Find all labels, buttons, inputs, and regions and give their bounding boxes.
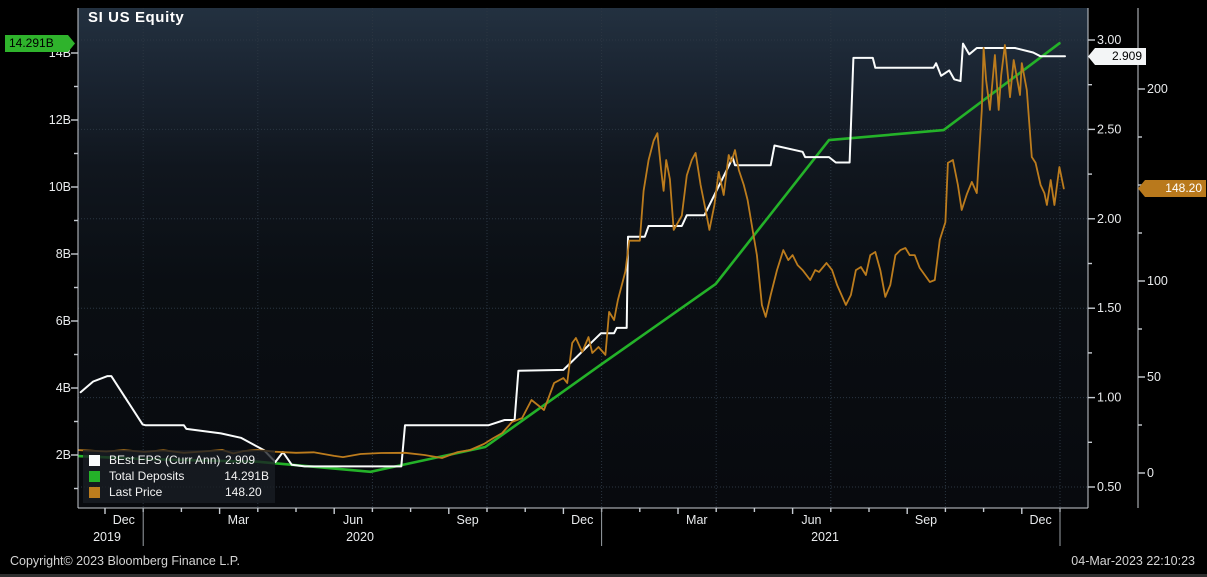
x-month-label: Sep: [456, 513, 478, 527]
eps-axis-tick-label: 3.00: [1097, 33, 1121, 47]
legend-value: 2.909: [225, 453, 269, 467]
plot-area: [78, 8, 1088, 508]
x-month-label: Dec: [1030, 513, 1052, 527]
left-axis-tick-label: 2B: [56, 448, 71, 462]
price-axis-tick-label: 200: [1147, 82, 1168, 96]
x-month-label: Jun: [801, 513, 821, 527]
chart-legend: BEst EPS (Curr Ann) 2.909 Total Deposits…: [83, 450, 275, 503]
x-month-label: Mar: [228, 513, 250, 527]
timestamp-text: 04-Mar-2023 22:10:23: [1071, 554, 1195, 568]
legend-label: BEst EPS (Curr Ann): [109, 453, 225, 467]
legend-item-eps[interactable]: BEst EPS (Curr Ann) 2.909: [83, 452, 275, 468]
price-badge: 148.20: [1138, 180, 1206, 197]
left-axis-tick-label: 10B: [49, 180, 71, 194]
legend-label: Total Deposits: [109, 469, 224, 483]
bloomberg-terminal-chart: 2B4B6B8B10B12B14B0.501.001.502.002.503.0…: [0, 0, 1207, 577]
copyright-text: Copyright© 2023 Bloomberg Finance L.P.: [10, 554, 240, 568]
legend-label: Last Price: [109, 485, 225, 499]
price-axis-tick-label: 50: [1147, 370, 1161, 384]
eps-axis-tick-label: 0.50: [1097, 480, 1121, 494]
deposits-badge: 14.291B: [5, 35, 75, 52]
x-month-label: Dec: [113, 513, 135, 527]
status-bar: Copyright© 2023 Bloomberg Finance L.P. 0…: [0, 551, 1207, 574]
x-year-label: 2020: [346, 530, 374, 544]
eps-axis-tick-label: 1.50: [1097, 301, 1121, 315]
legend-item-total-deposits[interactable]: Total Deposits 14.291B: [83, 468, 275, 484]
x-month-label: Dec: [571, 513, 593, 527]
chart-title: SI US Equity: [88, 9, 184, 26]
left-axis-tick-label: 6B: [56, 314, 71, 328]
eps-axis-tick-label: 2.50: [1097, 122, 1121, 136]
eps-badge: 2.909: [1088, 48, 1146, 65]
x-year-label: 2019: [93, 530, 121, 544]
x-year-label: 2021: [811, 530, 839, 544]
price-axis-tick-label: 0: [1147, 466, 1154, 480]
x-month-label: Jun: [343, 513, 363, 527]
x-month-label: Sep: [915, 513, 937, 527]
price-axis-tick-label: 100: [1147, 274, 1168, 288]
eps-swatch-icon: [89, 455, 100, 466]
x-month-label: Mar: [686, 513, 708, 527]
eps-axis-tick-label: 2.00: [1097, 212, 1121, 226]
legend-value: 14.291B: [224, 469, 269, 483]
deposits-swatch-icon: [89, 471, 100, 482]
left-axis-tick-label: 4B: [56, 381, 71, 395]
legend-item-last-price[interactable]: Last Price 148.20: [83, 484, 275, 500]
eps-axis-tick-label: 1.00: [1097, 391, 1121, 405]
left-axis-tick-label: 8B: [56, 247, 71, 261]
left-axis-tick-label: 12B: [49, 113, 71, 127]
legend-value: 148.20: [225, 485, 269, 499]
price-swatch-icon: [89, 487, 100, 498]
